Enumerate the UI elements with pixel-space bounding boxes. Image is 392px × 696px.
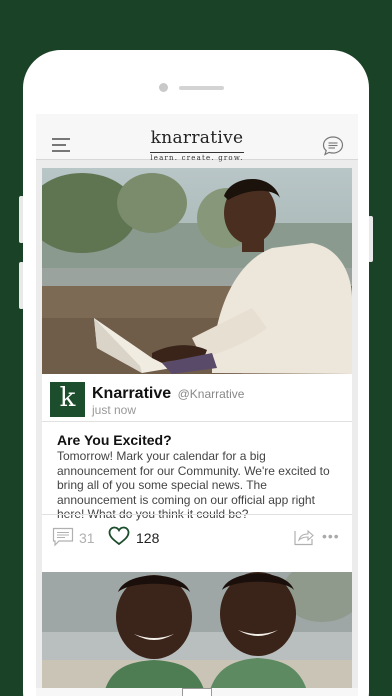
- post-photo: [42, 168, 352, 374]
- author-avatar[interactable]: k: [50, 382, 85, 417]
- author-display-name: Knarrative: [92, 385, 172, 402]
- post-author-row: k Knarrative @Knarrative just now: [42, 374, 352, 422]
- logo-tagline: learn. create. grow.: [150, 152, 244, 162]
- tab-home[interactable]: [182, 688, 212, 696]
- feed-post-card[interactable]: k Knarrative @Knarrative just now Are Yo…: [42, 168, 352, 576]
- post-title: Are You Excited?: [57, 432, 172, 448]
- front-camera: [159, 83, 168, 92]
- post-photo-2: [42, 572, 352, 696]
- post-actions: 31 128 •••: [42, 518, 352, 558]
- app-logo: knarrative learn. create. grow.: [36, 130, 358, 165]
- app-screen: knarrative learn. create. grow. k Knarra…: [36, 114, 358, 696]
- author-handle: @Knarrative: [177, 387, 245, 401]
- app-header: knarrative learn. create. grow.: [36, 114, 358, 162]
- post-timestamp: just now: [92, 403, 137, 417]
- feed-post-card-2[interactable]: [42, 572, 352, 696]
- chat-bubble-icon[interactable]: [322, 135, 344, 157]
- post-body: Tomorrow! Mark your calendar for a big a…: [57, 449, 330, 521]
- comment-icon[interactable]: [52, 527, 74, 547]
- more-options-icon[interactable]: •••: [322, 528, 340, 544]
- comment-count: 31: [79, 530, 95, 546]
- share-icon[interactable]: [294, 528, 314, 546]
- heart-icon[interactable]: [108, 526, 130, 546]
- bottom-tab-bar: [36, 688, 358, 696]
- logo-wordmark: knarrative: [150, 128, 244, 148]
- author-name[interactable]: Knarrative @Knarrative: [92, 385, 244, 403]
- earpiece-speaker: [179, 86, 224, 90]
- like-count: 128: [136, 530, 160, 546]
- post-divider: [42, 514, 352, 515]
